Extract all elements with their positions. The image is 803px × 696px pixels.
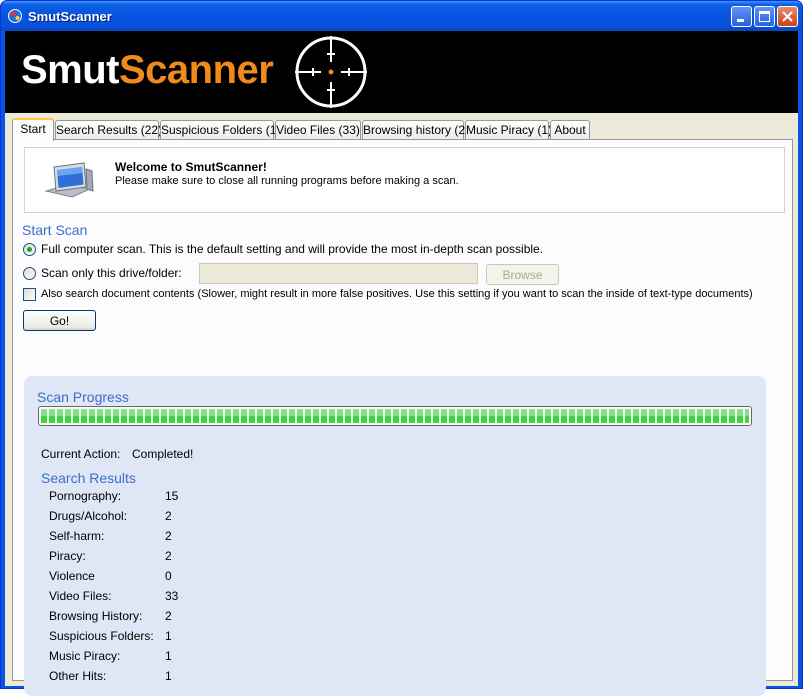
go-button[interactable]: Go!	[23, 310, 96, 331]
tab-browsing-history[interactable]: Browsing history (2)	[362, 120, 469, 140]
result-label-suspicious-folders: Suspicious Folders:	[49, 629, 154, 643]
logo-text-scanner: Scanner	[119, 48, 274, 92]
result-label-piracy: Piracy:	[49, 549, 86, 563]
full-scan-label[interactable]: Full computer scan. This is the default …	[41, 242, 543, 256]
start-scan-heading: Start Scan	[22, 222, 88, 238]
maximize-button[interactable]	[754, 6, 775, 27]
progress-fill	[41, 409, 749, 423]
tab-about[interactable]: About	[550, 120, 590, 140]
welcome-title: Welcome to SmutScanner!	[115, 160, 267, 174]
minimize-button[interactable]	[731, 6, 752, 27]
maximize-icon	[759, 11, 770, 22]
folder-scan-radio[interactable]	[23, 267, 36, 280]
result-label-other-hits: Other Hits:	[49, 669, 107, 683]
result-label-self-harm: Self-harm:	[49, 529, 105, 543]
result-value-piracy: 2	[165, 549, 172, 563]
folder-path-input[interactable]	[199, 263, 478, 284]
result-label-browsing-history: Browsing History:	[49, 609, 143, 623]
logo-banner: SmutScanner	[5, 31, 798, 113]
result-value-video-files: 33	[165, 589, 179, 603]
radio-selected-dot	[27, 247, 32, 252]
client-area: SmutScanner Start Search Results (22) Su…	[5, 31, 798, 696]
search-results-heading: Search Results	[41, 470, 136, 486]
doc-search-checkbox[interactable]	[23, 288, 36, 301]
result-value-browsing-history: 2	[165, 609, 172, 623]
result-value-music-piracy: 1	[165, 649, 172, 663]
result-value-suspicious-folders: 1	[165, 629, 172, 643]
app-icon[interactable]	[7, 8, 23, 24]
result-label-pornography: Pornography:	[49, 489, 122, 503]
welcome-panel: Welcome to SmutScanner! Please make sure…	[24, 147, 785, 213]
title-bar[interactable]: SmutScanner	[1, 1, 802, 31]
start-tab-page: Welcome to SmutScanner! Please make sure…	[12, 139, 793, 696]
browse-button[interactable]: Browse	[486, 264, 559, 285]
tab-start[interactable]: Start	[12, 118, 54, 141]
app-logo: SmutScanner	[21, 48, 274, 93]
app-window: SmutScanner SmutScanner Start Search Res…	[0, 0, 803, 696]
doc-search-label[interactable]: Also search document contents (Slower, m…	[41, 288, 753, 300]
current-action-label: Current Action:	[41, 447, 121, 461]
current-action-value: Completed!	[132, 447, 194, 461]
scan-progress-bar	[38, 406, 752, 426]
tab-video-files[interactable]: Video Files (33)	[275, 120, 361, 140]
result-label-violence: Violence	[49, 569, 95, 583]
full-scan-radio[interactable]	[23, 243, 36, 256]
close-button[interactable]	[777, 6, 798, 27]
window-title: SmutScanner	[28, 9, 112, 24]
tab-music-piracy[interactable]: Music Piracy (1)	[465, 120, 552, 140]
result-value-other-hits: 1	[165, 669, 172, 683]
result-label-music-piracy: Music Piracy:	[49, 649, 121, 663]
result-label-drugs-alcohol: Drugs/Alcohol:	[49, 509, 128, 523]
minimize-icon	[737, 19, 744, 22]
scan-progress-panel: Scan Progress Current Action: Completed!…	[24, 376, 766, 696]
computer-icon	[44, 162, 94, 198]
close-icon	[782, 11, 793, 22]
tab-suspicious-folders[interactable]: Suspicious Folders (1)	[160, 120, 280, 140]
result-value-pornography: 15	[165, 489, 179, 503]
tab-search-results[interactable]: Search Results (22)	[55, 120, 162, 140]
folder-scan-label[interactable]: Scan only this drive/folder:	[41, 266, 182, 280]
crosshair-icon	[295, 36, 367, 108]
result-value-self-harm: 2	[165, 529, 172, 543]
scan-progress-heading: Scan Progress	[37, 389, 129, 405]
logo-text-smut: Smut	[21, 48, 120, 92]
result-value-violence: 0	[165, 569, 172, 583]
welcome-subtitle: Please make sure to close all running pr…	[115, 175, 459, 187]
result-label-video-files: Video Files:	[49, 589, 112, 603]
result-value-drugs-alcohol: 2	[165, 509, 172, 523]
